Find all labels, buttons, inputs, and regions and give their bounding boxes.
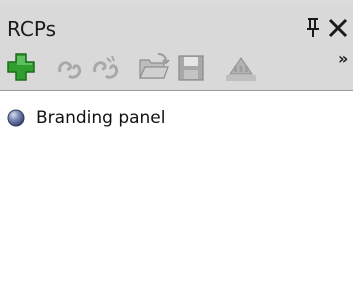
rcps-list: Branding panel [0, 91, 353, 306]
link-icon[interactable] [54, 50, 88, 84]
toolbar-overflow-chevron-icon[interactable]: » [338, 50, 353, 68]
rcps-panel: RCPs » Branding panel [0, 0, 353, 306]
sphere-icon [6, 108, 26, 128]
open-folder-icon[interactable] [136, 50, 170, 84]
close-icon[interactable] [328, 18, 353, 40]
rcps-toolbar: » [0, 44, 353, 91]
list-item-label: Branding panel [36, 108, 166, 128]
panel-title: RCPs [7, 17, 56, 41]
panel-titlebar[interactable]: RCPs [0, 4, 353, 44]
list-item[interactable]: Branding panel [6, 107, 166, 129]
add-icon[interactable] [4, 50, 38, 84]
ship-icon[interactable] [224, 50, 258, 84]
unlink-icon[interactable] [90, 50, 124, 84]
pin-icon[interactable] [306, 16, 320, 38]
save-icon[interactable] [174, 50, 208, 84]
